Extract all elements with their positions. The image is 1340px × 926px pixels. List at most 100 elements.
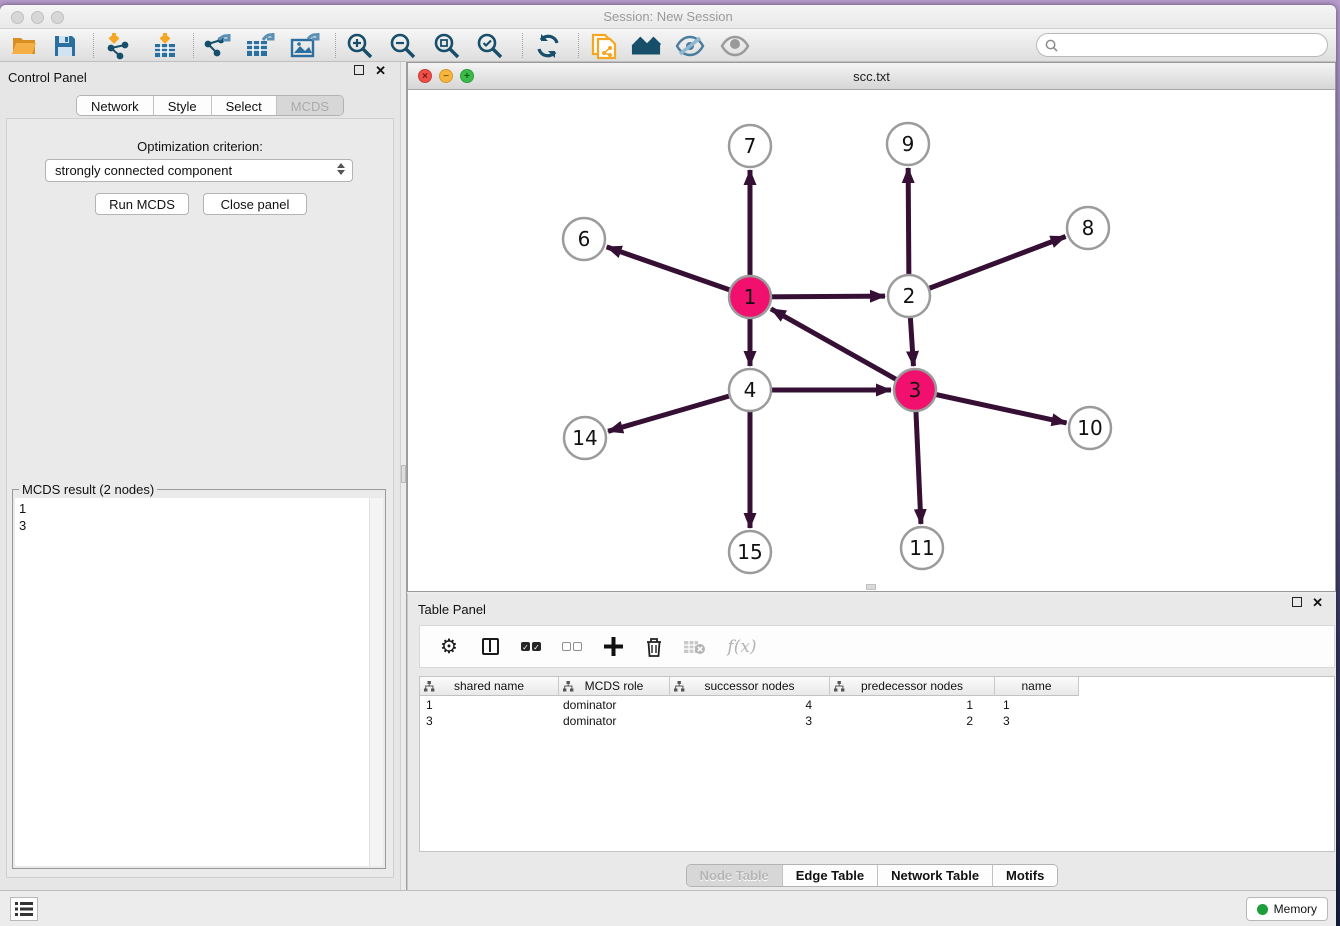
columns-icon[interactable] — [478, 635, 502, 659]
close-panel-button[interactable]: Close panel — [203, 193, 307, 215]
show-panel-icon[interactable] — [720, 32, 750, 60]
svg-text:14: 14 — [572, 426, 597, 450]
toolbar-separator — [578, 33, 579, 58]
clone-network-icon[interactable] — [589, 32, 619, 60]
graph-node-6[interactable]: 6 — [563, 218, 605, 260]
edge-3-1[interactable] — [771, 309, 915, 390]
graph-node-1[interactable]: 1 — [729, 276, 771, 318]
graph-node-8[interactable]: 8 — [1067, 207, 1109, 249]
splitter-grip-icon[interactable] — [401, 465, 406, 483]
window-title: Session: New Session — [0, 9, 1336, 24]
table-cell[interactable]: 3 — [670, 713, 830, 729]
table-cell[interactable]: 1 — [830, 697, 995, 713]
import-network-icon[interactable] — [103, 32, 133, 60]
node-table-header: shared nameMCDS rolesuccessor nodesprede… — [420, 677, 1079, 696]
svg-text:1: 1 — [744, 285, 757, 309]
table-cell[interactable]: 3 — [420, 713, 559, 729]
tab-select[interactable]: Select — [212, 96, 277, 115]
float-panel-icon[interactable] — [354, 65, 364, 75]
network-canvas-svg[interactable]: 7 9 6 8 1 2 4 3 14 10 15 11 — [408, 90, 1335, 591]
network-view-window: × − + scc.txt 7 9 6 8 1 2 4 3 14 10 15 11 — [407, 62, 1336, 592]
table-cell[interactable]: 3 — [995, 713, 1079, 729]
graph-node-9[interactable]: 9 — [887, 123, 929, 165]
edge-2-8[interactable] — [909, 237, 1066, 296]
tab-node-table[interactable]: Node Table — [687, 865, 783, 886]
result-scrollbar[interactable] — [369, 498, 383, 866]
save-session-icon[interactable] — [50, 32, 80, 60]
search-field[interactable] — [1036, 33, 1328, 57]
graph-node-2[interactable]: 2 — [888, 275, 930, 317]
edge-1-6[interactable] — [607, 247, 750, 297]
graph-node-7[interactable]: 7 — [729, 125, 771, 167]
tab-edge-table[interactable]: Edge Table — [783, 865, 878, 886]
hide-panel-icon[interactable] — [675, 32, 705, 60]
svg-text:9: 9 — [902, 132, 915, 156]
add-row-icon[interactable] — [601, 635, 625, 659]
memory-button[interactable]: Memory — [1246, 897, 1328, 921]
gear-icon[interactable]: ⚙ — [437, 635, 461, 659]
search-icon — [1045, 39, 1058, 52]
export-image-icon[interactable] — [290, 32, 320, 60]
zoom-fit-icon[interactable] — [432, 32, 462, 60]
zoom-selected-icon[interactable] — [475, 32, 505, 60]
search-input[interactable] — [1063, 38, 1327, 52]
table-row[interactable]: 3dominator323 — [420, 713, 1334, 729]
criterion-select[interactable]: strongly connected component — [45, 159, 353, 182]
table-cell[interactable]: dominator — [559, 697, 670, 713]
control-panel-header: Control Panel ✕ — [0, 62, 400, 90]
tab-network[interactable]: Network — [77, 96, 154, 115]
home-icon[interactable] — [631, 32, 661, 60]
zoom-out-icon[interactable] — [388, 32, 418, 60]
graph-node-4[interactable]: 4 — [729, 369, 771, 411]
column-header-2[interactable]: successor nodes — [670, 677, 830, 696]
table-cell[interactable]: 1 — [420, 697, 559, 713]
graph-node-15[interactable]: 15 — [729, 531, 771, 573]
node-table[interactable]: shared nameMCDS rolesuccessor nodesprede… — [419, 676, 1335, 852]
panel-splitter[interactable] — [400, 62, 407, 890]
table-cell[interactable]: 4 — [670, 697, 830, 713]
tab-network-table[interactable]: Network Table — [878, 865, 993, 886]
column-header-3[interactable]: predecessor nodes — [830, 677, 995, 696]
function-builder-icon[interactable]: f(x) — [724, 635, 760, 659]
close-table-panel-icon[interactable]: ✕ — [1312, 595, 1323, 611]
column-header-1[interactable]: MCDS role — [559, 677, 670, 696]
zoom-in-icon[interactable] — [345, 32, 375, 60]
float-table-panel-icon[interactable] — [1292, 597, 1302, 607]
refresh-icon[interactable] — [533, 32, 563, 60]
run-mcds-button[interactable]: Run MCDS — [95, 193, 189, 215]
graph-node-14[interactable]: 14 — [564, 417, 606, 459]
table-cell[interactable]: 1 — [995, 697, 1079, 713]
column-type-icon — [424, 681, 435, 692]
optimization-criterion-label: Optimization criterion: — [7, 139, 393, 154]
table-row[interactable]: 1dominator411 — [420, 697, 1334, 713]
deselect-all-icon[interactable] — [560, 635, 584, 659]
mcds-panel: Optimization criterion: strongly connect… — [6, 118, 394, 878]
import-table-icon[interactable] — [150, 32, 180, 60]
table-cell[interactable]: 2 — [830, 713, 995, 729]
svg-text:4: 4 — [744, 378, 757, 402]
select-all-icon[interactable]: ✓✓ — [519, 635, 543, 659]
tab-style[interactable]: Style — [154, 96, 212, 115]
tab-motifs[interactable]: Motifs — [993, 865, 1057, 886]
app-window: Session: New Session — [0, 5, 1336, 926]
column-header-4[interactable]: name — [995, 677, 1079, 696]
graph-node-3[interactable]: 3 — [894, 369, 936, 411]
delete-table-icon[interactable] — [683, 635, 707, 659]
canvas-resize-grip[interactable] — [866, 584, 876, 590]
network-window-titlebar[interactable]: × − + scc.txt — [408, 63, 1335, 90]
network-window-title: scc.txt — [408, 69, 1335, 84]
export-table-icon[interactable] — [245, 32, 275, 60]
tab-mcds[interactable]: MCDS — [277, 96, 343, 115]
control-panel-tabs: Network Style Select MCDS — [76, 95, 344, 116]
task-history-button[interactable] — [10, 897, 38, 921]
edge-3-10[interactable] — [915, 390, 1067, 423]
svg-text:15: 15 — [737, 540, 762, 564]
column-header-0[interactable]: shared name — [420, 677, 559, 696]
export-network-icon[interactable] — [202, 32, 232, 60]
close-panel-icon[interactable]: ✕ — [375, 63, 386, 79]
graph-node-10[interactable]: 10 — [1069, 407, 1111, 449]
table-cell[interactable]: dominator — [559, 713, 670, 729]
delete-row-icon[interactable] — [642, 635, 666, 659]
open-session-icon[interactable] — [9, 32, 39, 60]
graph-node-11[interactable]: 11 — [901, 527, 943, 569]
